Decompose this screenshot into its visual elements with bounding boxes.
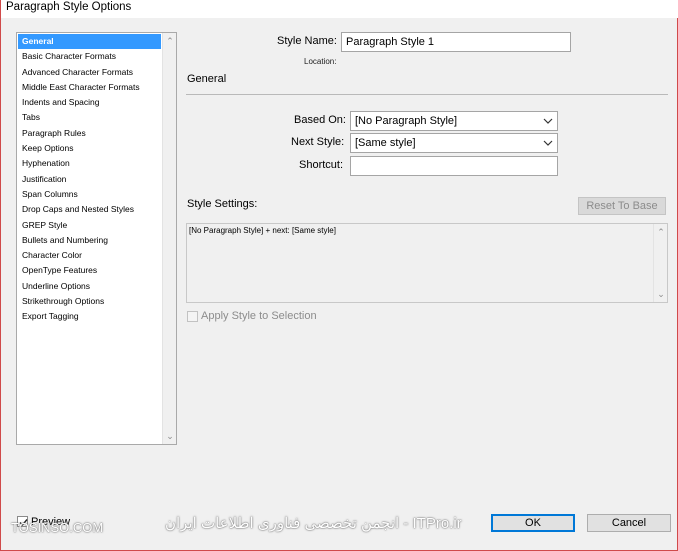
- chevron-down-icon: [543, 140, 553, 146]
- scroll-up-icon[interactable]: ⌃: [654, 225, 668, 239]
- cancel-button[interactable]: Cancel: [587, 514, 671, 532]
- style-settings-text: [No Paragraph Style] + next: [Same style…: [189, 226, 336, 235]
- category-item[interactable]: Basic Character Formats: [18, 49, 161, 64]
- category-item[interactable]: Export Tagging: [18, 309, 161, 324]
- category-item[interactable]: Underline Options: [18, 279, 161, 294]
- style-settings-label: Style Settings:: [187, 198, 258, 210]
- category-list[interactable]: General Basic Character Formats Advanced C…: [16, 32, 177, 445]
- scroll-down-icon[interactable]: ⌄: [163, 429, 177, 443]
- apply-style-label: Apply Style to Selection: [201, 310, 317, 322]
- chevron-down-icon: [543, 118, 553, 124]
- category-item[interactable]: Keep Options: [18, 141, 161, 156]
- category-item[interactable]: Indents and Spacing: [18, 95, 161, 110]
- category-item[interactable]: Advanced Character Formats: [18, 65, 161, 80]
- category-item[interactable]: Middle East Character Formats: [18, 80, 161, 95]
- based-on-label: Based On:: [294, 114, 346, 126]
- category-items: General Basic Character Formats Advanced C…: [18, 34, 161, 325]
- scroll-up-icon[interactable]: ⌃: [163, 34, 177, 48]
- style-name-input[interactable]: Paragraph Style 1: [341, 32, 571, 52]
- category-item[interactable]: Strikethrough Options: [18, 294, 161, 309]
- watermark-left: TOSINSO.COM: [11, 520, 104, 535]
- title-bar: Paragraph Style Options: [1, 0, 678, 18]
- category-item[interactable]: Tabs: [18, 110, 161, 125]
- category-scrollbar[interactable]: ⌃ ⌄: [162, 33, 176, 444]
- ok-button[interactable]: OK: [491, 514, 575, 532]
- category-item[interactable]: Justification: [18, 172, 161, 187]
- category-item[interactable]: Bullets and Numbering: [18, 233, 161, 248]
- style-name-label: Style Name:: [277, 35, 337, 47]
- category-item[interactable]: General: [18, 34, 161, 50]
- style-settings-box: [No Paragraph Style] + next: [Same style…: [186, 223, 668, 303]
- window-title: Paragraph Style Options: [6, 1, 132, 13]
- category-item[interactable]: Hyphenation: [18, 156, 161, 171]
- next-style-label: Next Style:: [291, 136, 345, 148]
- reset-to-base-button[interactable]: Reset To Base: [578, 197, 666, 215]
- next-style-value: [Same style]: [355, 137, 416, 149]
- category-item[interactable]: OpenType Features: [18, 263, 161, 278]
- next-style-select[interactable]: [Same style]: [350, 133, 558, 153]
- category-item[interactable]: Span Columns: [18, 187, 161, 202]
- category-item[interactable]: Paragraph Rules: [18, 126, 161, 141]
- apply-style-checkbox[interactable]: [187, 311, 198, 322]
- category-item[interactable]: GREP Style: [18, 218, 161, 233]
- location-label: Location:: [304, 57, 337, 66]
- section-divider: [186, 94, 668, 95]
- section-title: General: [187, 73, 227, 85]
- based-on-select[interactable]: [No Paragraph Style]: [350, 111, 558, 131]
- scroll-down-icon[interactable]: ⌄: [654, 287, 668, 301]
- shortcut-input[interactable]: [350, 156, 558, 176]
- shortcut-label: Shortcut:: [299, 159, 344, 171]
- category-item[interactable]: Character Color: [18, 248, 161, 263]
- category-item[interactable]: Drop Caps and Nested Styles: [18, 202, 161, 217]
- settings-scrollbar[interactable]: ⌃ ⌄: [653, 224, 667, 302]
- based-on-value: [No Paragraph Style]: [355, 115, 458, 127]
- watermark-right: ITPro.ir - انجمن تخصصی فناوری اطلاعات ای…: [165, 515, 462, 532]
